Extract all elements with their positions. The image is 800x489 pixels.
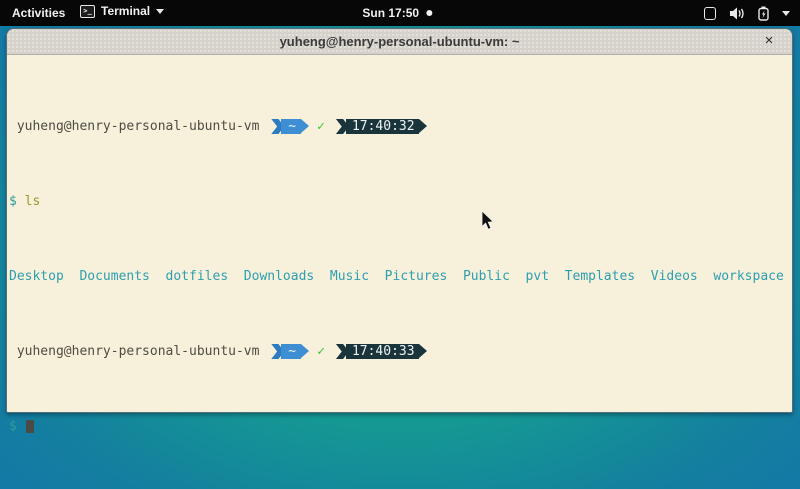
screen: Activities >_ Terminal Sun 17:50 — [0, 0, 800, 489]
directory-name: Desktop — [9, 269, 64, 284]
prompt-time-segment: 17:40:33 — [346, 344, 419, 359]
system-status-area[interactable] — [704, 4, 790, 22]
directory-name: Videos — [651, 269, 698, 284]
terminal-content[interactable]: yuheng@henry-personal-ubuntu-vm ~ ✓ 17:4… — [7, 55, 792, 479]
prompt-path-segment: ~ — [281, 344, 301, 359]
directory-name: Music — [330, 269, 369, 284]
battery-charging-icon — [758, 6, 769, 21]
prompt-symbol: $ — [9, 419, 17, 434]
window-titlebar[interactable]: yuheng@henry-personal-ubuntu-vm: ~ × — [7, 29, 792, 55]
close-icon[interactable]: × — [760, 32, 778, 50]
display-icon — [704, 7, 716, 20]
app-menu[interactable]: >_ Terminal — [80, 4, 164, 18]
prompt-symbol: $ — [9, 194, 17, 209]
directory-name: pvt — [526, 269, 549, 284]
directory-name: Templates — [565, 269, 635, 284]
chevron-down-icon — [782, 11, 790, 16]
top-bar: Activities >_ Terminal Sun 17:50 — [0, 0, 800, 26]
text-cursor — [26, 420, 34, 433]
command-text: ls — [25, 194, 41, 209]
check-icon: ✓ — [317, 344, 325, 359]
prompt-line: yuheng@henry-personal-ubuntu-vm ~ ✓ 17:4… — [9, 344, 790, 359]
directory-name: Pictures — [385, 269, 448, 284]
directory-name: Public — [463, 269, 510, 284]
command-line: $ ls — [9, 194, 790, 209]
directory-name: Downloads — [244, 269, 314, 284]
clock-label: Sun 17:50 — [362, 6, 419, 20]
window-title: yuheng@henry-personal-ubuntu-vm: ~ — [280, 34, 520, 49]
directory-name: workspace — [713, 269, 783, 284]
prompt-user: yuheng@henry-personal-ubuntu-vm — [9, 119, 267, 134]
input-line[interactable]: $ — [9, 419, 790, 434]
directory-name: Documents — [79, 269, 149, 284]
powerline-prompt: ~ ✓ 17:40:32 — [267, 119, 418, 134]
prompt-time-segment: 17:40:32 — [346, 119, 419, 134]
chevron-down-icon — [156, 9, 164, 14]
check-icon: ✓ — [317, 119, 325, 134]
ls-output-line: Desktop Documents dotfiles Downloads Mus… — [9, 269, 790, 284]
powerline-prompt: ~ ✓ 17:40:33 — [267, 344, 418, 359]
app-menu-label: Terminal — [101, 4, 150, 18]
volume-icon — [729, 7, 745, 20]
activities-button[interactable]: Activities — [12, 6, 65, 20]
notification-dot-icon — [426, 10, 432, 16]
directory-name: dotfiles — [166, 269, 229, 284]
prompt-user: yuheng@henry-personal-ubuntu-vm — [9, 344, 267, 359]
terminal-icon: >_ — [80, 5, 95, 18]
prompt-line: yuheng@henry-personal-ubuntu-vm ~ ✓ 17:4… — [9, 119, 790, 134]
terminal-window: yuheng@henry-personal-ubuntu-vm: ~ × yuh… — [6, 28, 793, 413]
clock-area[interactable]: Sun 17:50 — [362, 6, 432, 20]
mouse-pointer-icon — [481, 211, 495, 231]
prompt-path-segment: ~ — [281, 119, 301, 134]
